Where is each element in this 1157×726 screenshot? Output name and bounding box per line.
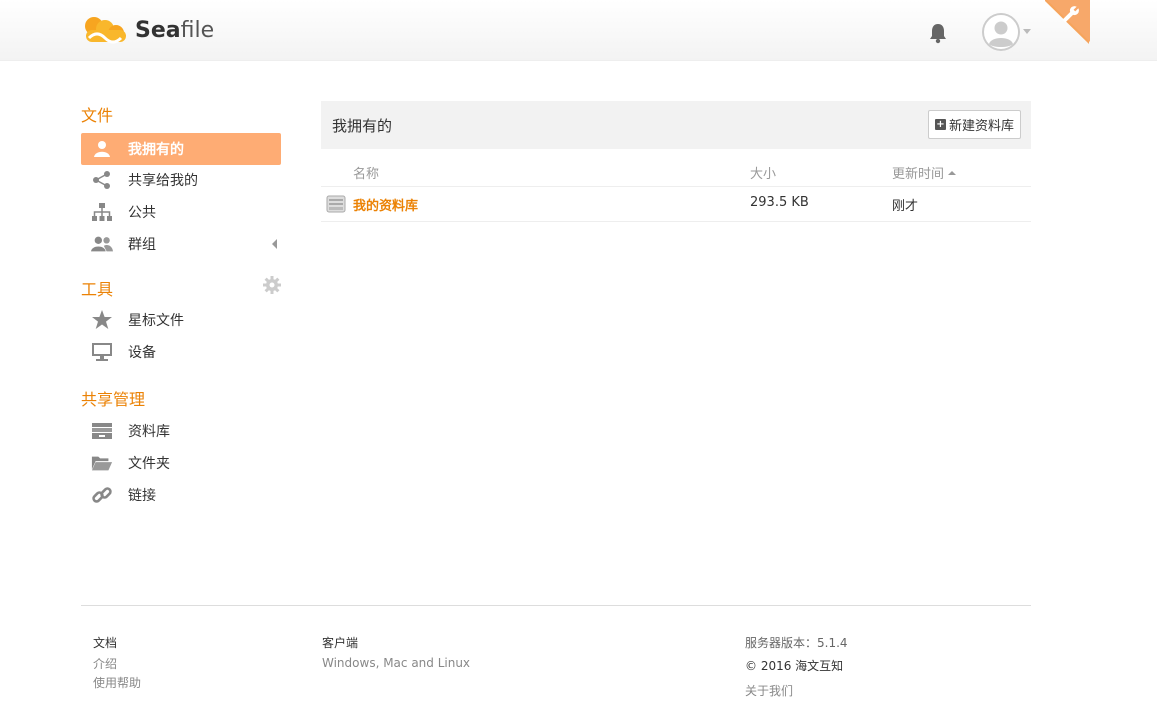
library-name-link[interactable]: 我的资料库	[353, 195, 418, 214]
library-icon	[91, 420, 113, 442]
footer-server-version: 服务器版本：5.1.4	[745, 636, 848, 650]
main-header-bar: 我拥有的 + 新建资料库	[321, 101, 1031, 149]
footer-client-platforms-link[interactable]: Windows, Mac and Linux	[322, 656, 470, 670]
sidebar-item-label: 星标文件	[128, 313, 184, 329]
user-icon	[91, 138, 113, 160]
seafile-logo-icon	[85, 17, 126, 44]
sidebar-item-share-libraries[interactable]: 资料库	[81, 415, 281, 447]
star-icon	[91, 309, 113, 331]
new-library-button-label: 新建资料库	[948, 119, 1014, 134]
group-icon	[91, 233, 113, 255]
footer-link-help[interactable]: 使用帮助	[93, 674, 141, 691]
sidebar-item-label: 群组	[128, 237, 156, 253]
monitor-icon	[91, 341, 113, 363]
sidebar-heading-share-admin: 共享管理	[81, 390, 146, 409]
sidebar-item-label: 设备	[128, 345, 156, 361]
app-name: Seafile	[135, 17, 215, 43]
column-header-name[interactable]: 名称	[353, 163, 379, 182]
admin-wrench-corner[interactable]	[1045, 0, 1090, 44]
library-size: 293.5 KB	[750, 195, 809, 210]
notification-bell-icon[interactable]	[928, 22, 948, 44]
library-row-icon	[326, 194, 346, 214]
seafile-logo[interactable]: Seafile	[81, 12, 214, 48]
sidebar-item-label: 文件夹	[128, 456, 170, 472]
gear-icon[interactable]	[263, 276, 281, 294]
footer-link-intro[interactable]: 介绍	[93, 655, 117, 672]
new-library-button[interactable]: + 新建资料库	[928, 110, 1021, 139]
org-chart-icon	[91, 201, 113, 223]
footer-docs-title: 文档	[93, 636, 118, 650]
avatar-dropdown-caret-icon[interactable]	[1023, 29, 1031, 34]
sidebar-item-share-folders[interactable]: 文件夹	[81, 447, 281, 479]
sidebar-item-my-libraries[interactable]: 我拥有的	[81, 133, 281, 165]
footer-about-link[interactable]: 关于我们	[745, 682, 793, 699]
sidebar-item-share-links[interactable]: 链接	[81, 479, 281, 511]
sidebar-item-label: 公共	[128, 205, 156, 221]
library-updated-time: 刚才	[892, 199, 919, 214]
page-title: 我拥有的	[332, 117, 393, 135]
column-header-size[interactable]: 大小	[750, 163, 776, 182]
share-icon	[91, 169, 113, 191]
footer-client-title: 客户端	[322, 636, 359, 650]
folder-icon	[91, 452, 113, 474]
column-header-updated-label: 更新时间	[892, 167, 945, 182]
plus-icon: +	[934, 119, 946, 130]
sidebar-item-label: 链接	[128, 488, 156, 504]
expand-arrow-icon[interactable]	[272, 239, 277, 249]
sidebar-item-public[interactable]: 公共	[81, 196, 281, 228]
sidebar-heading-tools: 工具	[81, 280, 114, 299]
user-avatar[interactable]	[982, 13, 1020, 51]
sort-ascending-icon	[948, 170, 957, 175]
footer-divider	[81, 605, 1031, 606]
sidebar-heading-files: 文件	[81, 106, 114, 125]
table-divider	[321, 186, 1031, 187]
sidebar-item-shared-with-me[interactable]: 共享给我的	[81, 164, 281, 196]
footer-copyright: © 2016 海文互知	[745, 659, 844, 673]
sidebar-item-starred[interactable]: 星标文件	[81, 304, 281, 336]
sidebar-item-groups[interactable]: 群组	[81, 228, 281, 260]
top-header: Seafile	[0, 0, 1157, 61]
sidebar-item-label: 我拥有的	[128, 142, 184, 158]
column-header-updated[interactable]: 更新时间	[892, 163, 957, 182]
link-icon	[91, 484, 113, 506]
sidebar-item-label: 共享给我的	[128, 173, 198, 189]
sidebar-item-devices[interactable]: 设备	[81, 336, 281, 368]
table-divider	[321, 221, 1031, 222]
sidebar-item-label: 资料库	[128, 424, 170, 440]
